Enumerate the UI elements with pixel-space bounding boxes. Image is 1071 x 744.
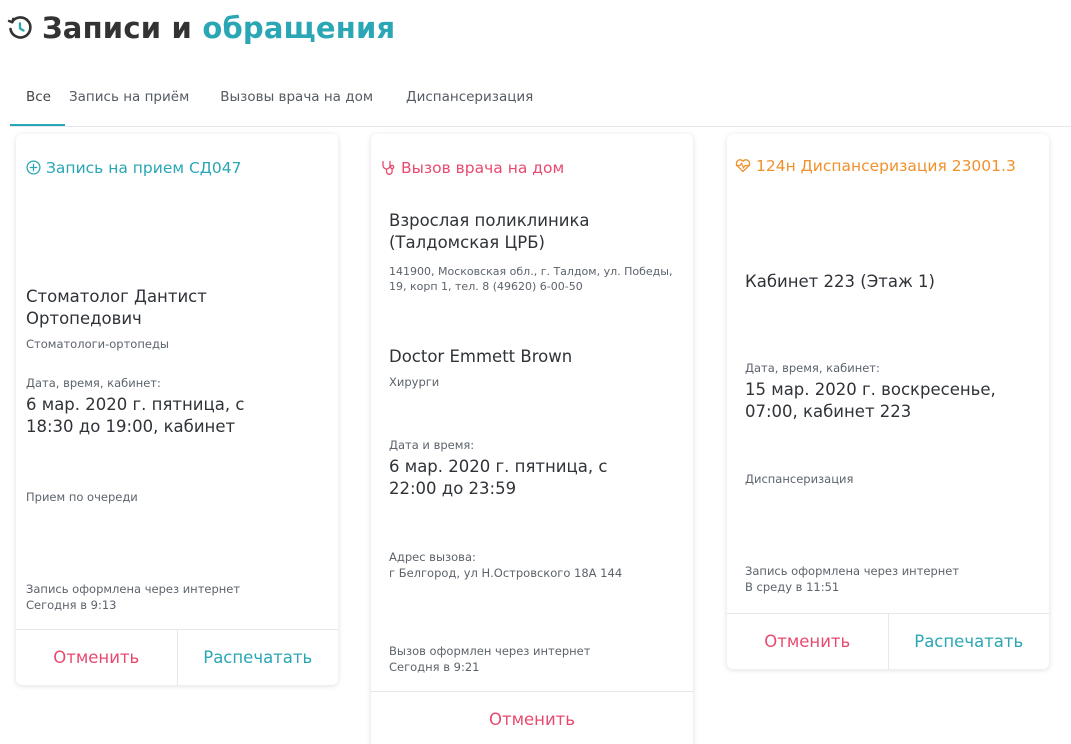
- datetime-label: Дата, время, кабинет:: [26, 376, 161, 390]
- created-via: Вызов оформлен через интернет: [389, 644, 591, 658]
- queue-note: Прием по очереди: [26, 490, 138, 504]
- tab-home-calls[interactable]: Вызовы врача на дом: [220, 82, 406, 126]
- cancel-button[interactable]: Отменить: [727, 614, 888, 669]
- dispensary-card-title[interactable]: 124н Диспансеризация 23001.3: [735, 154, 1020, 178]
- print-button[interactable]: Распечатать: [176, 630, 339, 685]
- call-address-label: Адрес вызова:: [389, 550, 476, 564]
- doctor-specialty: Хирурги: [389, 375, 440, 389]
- dispensary-title-text: 124н Диспансеризация 23001.3: [756, 157, 1016, 175]
- doctor-specialty: Стоматологи-ортопеды: [26, 337, 169, 351]
- created-at: Сегодня в 9:21: [389, 660, 480, 674]
- history-icon: [6, 14, 34, 42]
- tab-bar: Все Запись на приём Вызовы врача на дом …: [10, 82, 1071, 127]
- stethoscope-icon: [382, 160, 395, 175]
- appointment-datetime: 6 мар. 2020 г. пятница, с 18:30 до 19:00…: [26, 395, 245, 436]
- appointment-card-title[interactable]: Запись на прием СД047: [26, 156, 326, 180]
- plus-circle-icon: [26, 160, 41, 175]
- home-call-datetime: 6 мар. 2020 г. пятница, с 22:00 до 23:59: [389, 457, 608, 498]
- tab-dispensary[interactable]: Диспансеризация: [406, 82, 533, 126]
- page-title-main: Записи и: [42, 11, 193, 45]
- dispensary-card-actions: Отменить Распечатать: [727, 613, 1049, 669]
- home-call-card-actions: Отменить: [371, 691, 693, 744]
- call-address: г Белгород, ул Н.Островского 18А 144: [389, 566, 623, 580]
- doctor-name: Doctor Emmett Brown: [389, 347, 573, 366]
- dispensary-datetime: 15 мар. 2020 г. воскресенье, 07:00, каби…: [745, 380, 996, 421]
- created-via: Запись оформлена через интернет: [26, 582, 241, 596]
- page-title-accent: обращения: [202, 11, 396, 45]
- room-info: Кабинет 223 (Этаж 1): [745, 272, 935, 291]
- created-at: В среду в 11:51: [745, 580, 840, 594]
- cancel-button[interactable]: Отменить: [16, 630, 177, 685]
- clinic-name: Взрослая поликлиника (Талдомская ЦРБ): [389, 211, 590, 252]
- appointment-card: Запись на прием СД047 Стоматолог Дантист…: [16, 134, 338, 685]
- created-via: Запись оформлена через интернет: [745, 564, 960, 578]
- appointment-title-text: Запись на прием СД047: [46, 159, 242, 177]
- print-button[interactable]: Распечатать: [887, 614, 1050, 669]
- dispensary-card: 124н Диспансеризация 23001.3 Кабинет 223…: [727, 134, 1049, 669]
- tab-all[interactable]: Все: [10, 82, 65, 126]
- page-header: Записи и обращения: [6, 8, 395, 48]
- examination-type: Диспансеризация: [745, 472, 854, 486]
- page-title: Записи и обращения: [42, 11, 395, 45]
- cancel-button[interactable]: Отменить: [371, 692, 693, 744]
- datetime-label: Дата и время:: [389, 438, 475, 452]
- heart-pulse-icon: [735, 159, 751, 173]
- tab-appointments[interactable]: Запись на приём: [65, 82, 220, 126]
- clinic-address: 141900, Московская обл., г. Талдом, ул. …: [389, 265, 673, 293]
- appointment-card-actions: Отменить Распечатать: [16, 629, 338, 685]
- created-at: Сегодня в 9:13: [26, 598, 117, 612]
- doctor-name: Стоматолог Дантист Ортопедович: [26, 287, 207, 328]
- datetime-label: Дата, время, кабинет:: [745, 361, 880, 375]
- home-call-title-text: Вызов врача на дом: [401, 159, 565, 177]
- home-call-card-title[interactable]: Вызов врача на дом: [381, 156, 681, 180]
- home-call-card: Вызов врача на дом Взрослая поликлиника …: [371, 134, 693, 744]
